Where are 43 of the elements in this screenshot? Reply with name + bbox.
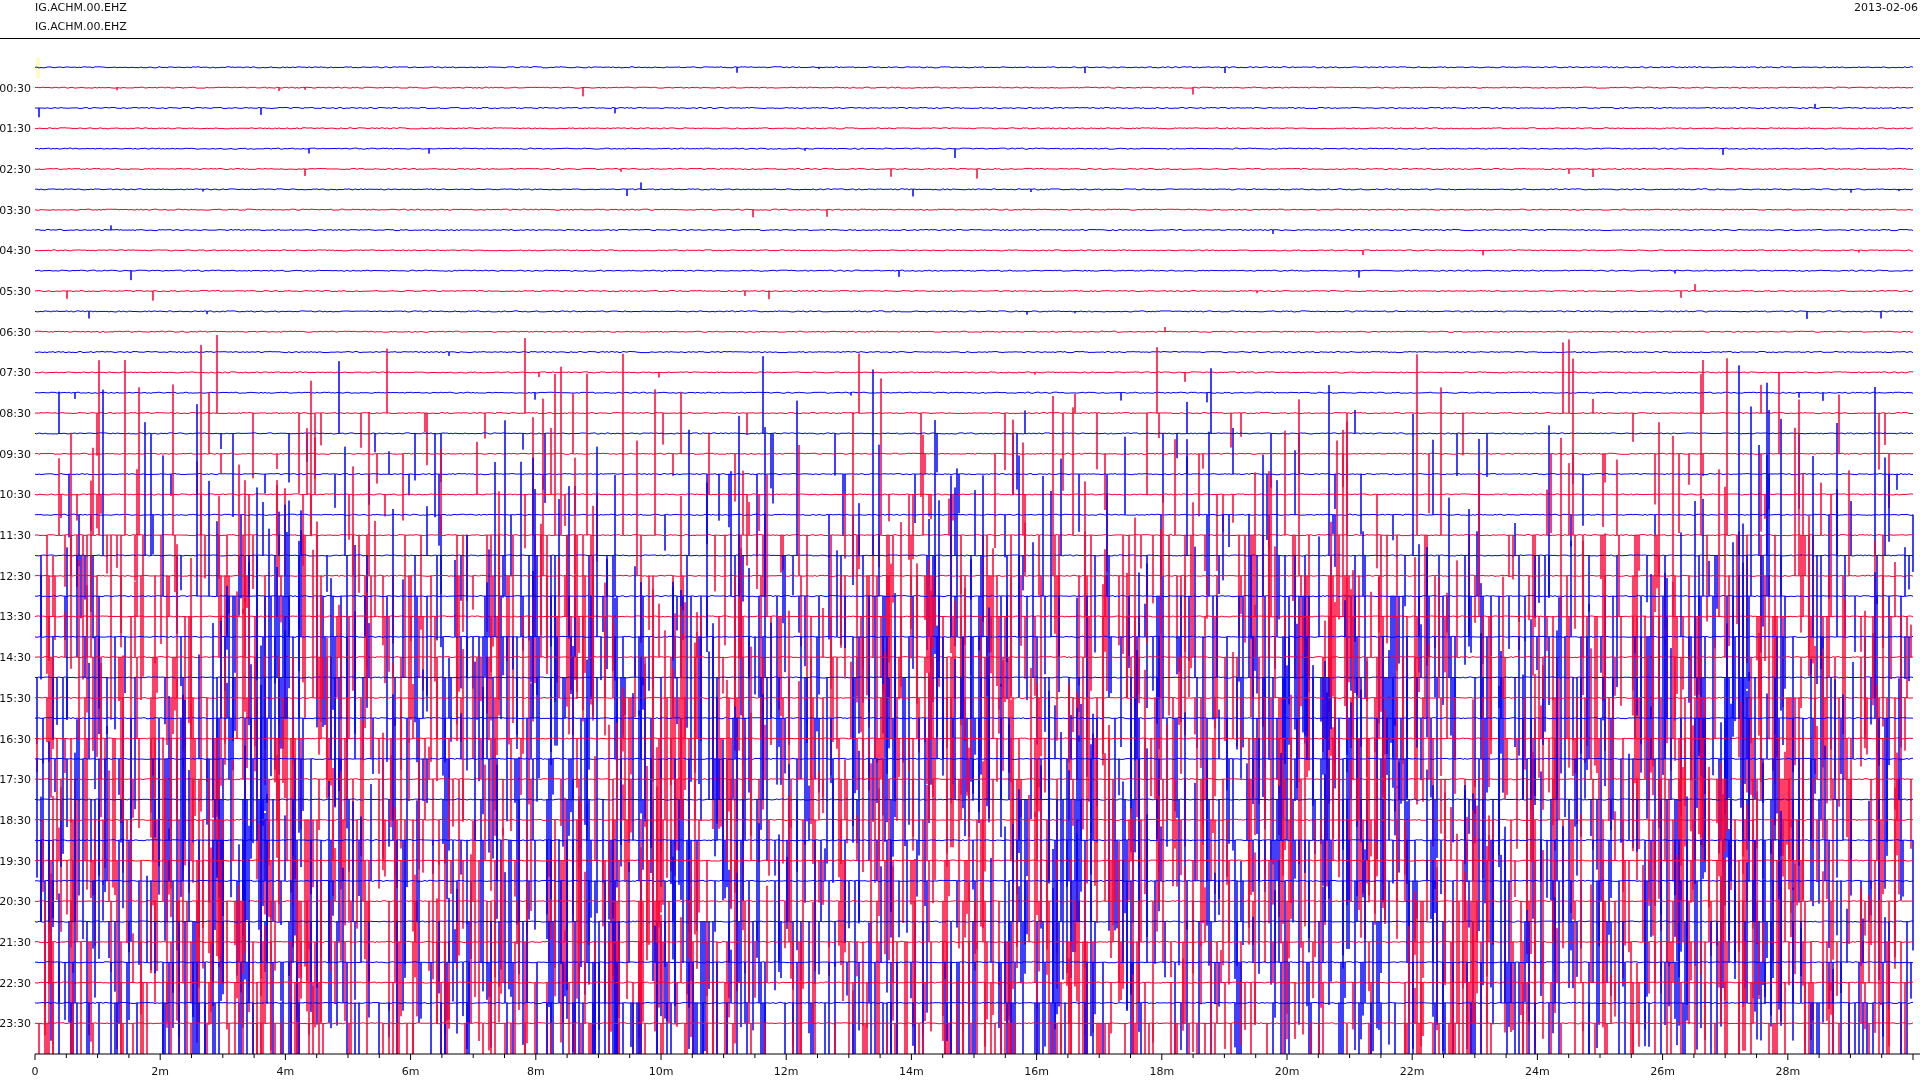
axis-tick-label: 22m: [1399, 1065, 1425, 1078]
axis-tick-label: 0: [31, 1065, 39, 1078]
hour-label: 11:30: [0, 529, 31, 543]
hour-label: 01:30: [0, 122, 31, 136]
axis-tick-label: 10m: [648, 1065, 674, 1078]
hour-label: 16:30: [0, 732, 31, 746]
axis-tick-label: 6m: [401, 1065, 420, 1078]
hour-label: 12:30: [0, 569, 31, 583]
date-label: 2013-02-06: [1854, 1, 1918, 14]
station-label: IG.ACHM.00.EHZ: [35, 20, 127, 33]
axis-tick-label: 28m: [1775, 1065, 1801, 1078]
highlight-marker: [36, 58, 40, 78]
hour-label: 13:30: [0, 610, 31, 624]
hour-label: 00:30: [0, 81, 31, 95]
hour-label: 06:30: [0, 325, 31, 339]
axis-tick-label: 12m: [773, 1065, 799, 1078]
hour-label: 22:30: [0, 976, 31, 990]
hour-label: 18:30: [0, 813, 31, 827]
hour-label: 09:30: [0, 447, 31, 461]
hour-label: 03:30: [0, 203, 31, 217]
axis-tick-label: 26m: [1650, 1065, 1675, 1078]
hour-label: 15:30: [0, 691, 31, 705]
hour-label: 17:30: [0, 773, 31, 787]
axis-tick-label: 14m: [899, 1065, 924, 1078]
axis-tick-label: 16m: [1024, 1065, 1049, 1078]
hour-label: 21:30: [0, 935, 31, 949]
hour-label: 08:30: [0, 407, 31, 421]
hour-label: 14:30: [0, 651, 31, 665]
hour-label: 10:30: [0, 488, 31, 502]
hour-label: 23:30: [0, 1017, 31, 1031]
hour-label: 02:30: [0, 163, 31, 176]
axis-tick-label: 20m: [1274, 1065, 1300, 1078]
hour-label: 05:30: [0, 285, 31, 299]
hour-label: 19:30: [0, 854, 31, 868]
hour-label: 04:30: [0, 244, 31, 258]
axis-tick-label: 2m: [151, 1065, 170, 1078]
axis-tick-label: 18m: [1149, 1065, 1175, 1078]
axis-tick-label: 4m: [276, 1065, 295, 1078]
station-label: IG.ACHM.00.EHZ: [35, 1, 127, 14]
axis-tick-label: 8m: [526, 1065, 545, 1078]
axis-tick-label: 24m: [1525, 1065, 1550, 1078]
hour-label: 07:30: [0, 366, 31, 380]
hour-label: 20:30: [0, 895, 31, 909]
